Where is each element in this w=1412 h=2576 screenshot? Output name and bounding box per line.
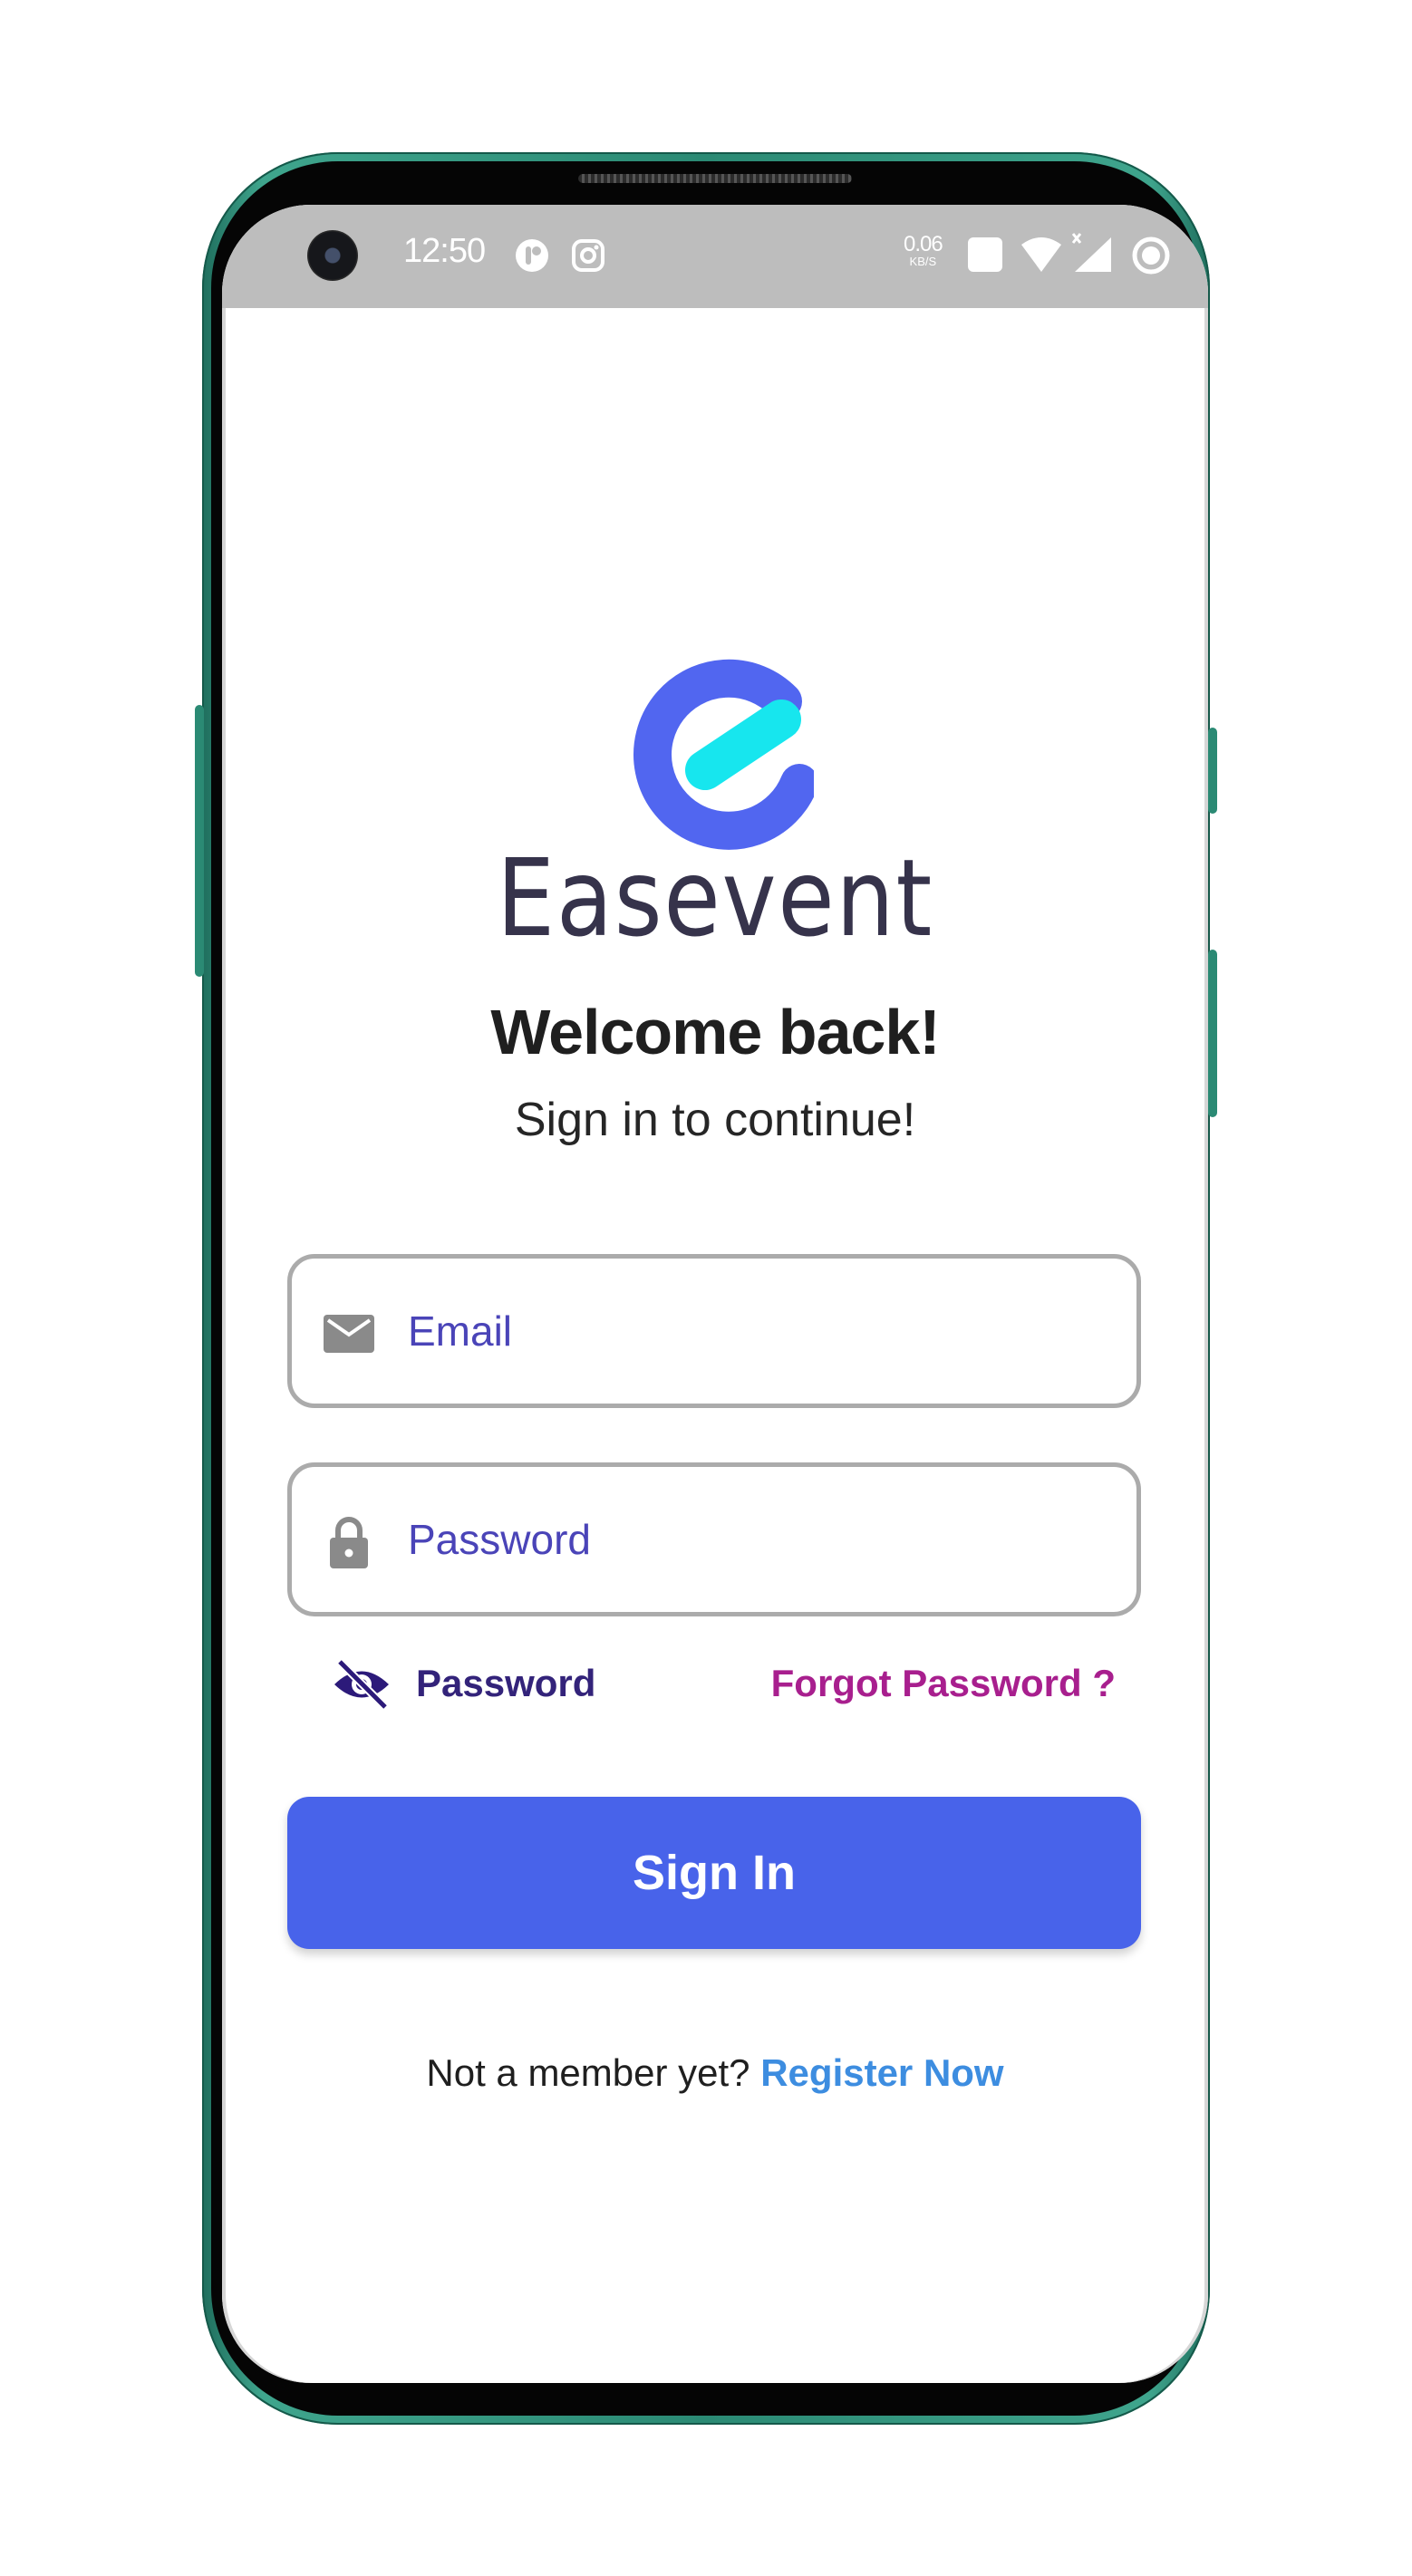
volte-icon (968, 237, 1002, 272)
easevent-logo (633, 659, 814, 850)
network-speed-value: 0.06 (904, 232, 943, 256)
wifi-icon (1021, 237, 1061, 272)
front-camera (307, 230, 358, 281)
show-password-toggle[interactable]: Password (416, 1662, 595, 1705)
page-subtitle: Sign in to continue! (514, 1094, 916, 1146)
phone-bezel: 12:50 0.06 KB/S Easevent Welcome back! S… (211, 161, 1208, 2416)
app-name: Easevent (497, 835, 933, 960)
status-bar: 12:50 0.06 KB/S (222, 205, 1208, 308)
register-prompt: Not a member yet? Register Now (222, 2051, 1208, 2095)
earpiece-speaker (578, 174, 852, 183)
forgot-password-link[interactable]: Forgot Password ? (771, 1662, 1116, 1705)
lock-icon (330, 1517, 368, 1568)
network-speed: 0.06 KB/S (904, 232, 943, 268)
eye-off-icon[interactable] (333, 1658, 391, 1711)
battery-saver-icon (1132, 236, 1170, 275)
alert-slider (1208, 728, 1217, 814)
sign-in-button[interactable]: Sign In (287, 1797, 1141, 1949)
cell-signal-icon (1071, 233, 1111, 272)
page-title: Welcome back! (490, 997, 940, 1067)
screen: 12:50 0.06 KB/S Easevent Welcome back! S… (222, 205, 1208, 2383)
password-field-container[interactable] (287, 1462, 1141, 1616)
register-now-link[interactable]: Register Now (760, 2051, 1003, 2094)
network-speed-unit: KB/S (909, 255, 937, 268)
email-field-container[interactable] (287, 1254, 1141, 1408)
envelope-icon (324, 1315, 374, 1353)
volume-button (195, 705, 204, 977)
instagram-icon (572, 239, 604, 272)
status-time: 12:50 (403, 232, 486, 270)
app-notification-icon (516, 239, 548, 272)
password-options-row: Password Forgot Password ? (222, 1655, 1208, 1718)
power-button (1208, 950, 1217, 1117)
phone-frame: 12:50 0.06 KB/S Easevent Welcome back! S… (195, 152, 1217, 2425)
password-input[interactable] (408, 1501, 1097, 1577)
email-input[interactable] (408, 1293, 1097, 1369)
register-question: Not a member yet? (426, 2051, 750, 2094)
